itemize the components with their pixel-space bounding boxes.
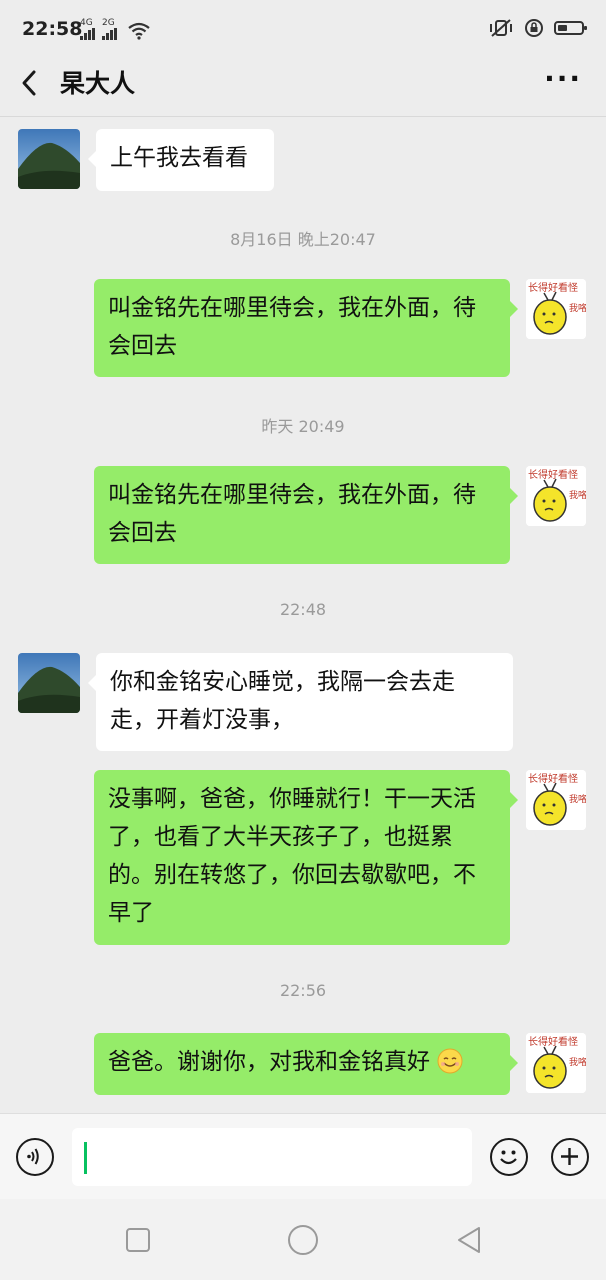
sticker-text-top: 长得好看怪 (528, 772, 578, 785)
sticker-avatar-icon: 长得好看怪 我咯? (526, 279, 586, 339)
message-text: 没事啊，爸爸，你睡就行！干一天活了，也看了大半天孩子了，也挺累的。别在转悠了，你… (108, 786, 476, 926)
my-avatar[interactable]: 长得好看怪 我咯? (526, 279, 586, 339)
message-bubble-sent[interactable]: 叫金铭先在哪里待会，我在外面，待会回去 (94, 466, 518, 564)
text-caret (84, 1142, 87, 1174)
message-input[interactable] (72, 1128, 472, 1186)
message-text: 你和金铭安心睡觉，我隔一会去走走，开着灯没事， (110, 669, 455, 733)
message-text: 叫金铭先在哪里待会，我在外面，待会回去 (108, 482, 476, 546)
chat-title: 杲大人 (60, 69, 136, 98)
message-bubble-received[interactable]: 上午我去看看 (88, 129, 274, 191)
message-timestamp: 昨天 20:49 (261, 417, 345, 436)
network-label-1: 4G (80, 18, 93, 28)
mute-vibrate-icon (490, 19, 512, 37)
status-time: 22:58 (22, 18, 83, 40)
sticker-text-top: 长得好看怪 (528, 281, 578, 294)
sticker-avatar-icon: 长得好看怪 我咯? (526, 1033, 586, 1093)
my-avatar[interactable]: 长得好看怪 我咯? (526, 770, 586, 830)
message-text: 上午我去看看 (110, 145, 248, 171)
sticker-text-top: 长得好看怪 (528, 1035, 578, 1048)
message-bubble-received[interactable]: 你和金铭安心睡觉，我隔一会去走走，开着灯没事， (88, 653, 513, 751)
sticker-text-side: 我咯? (569, 489, 586, 501)
message-text: 爸爸。谢谢你，对我和金铭真好 (108, 1049, 430, 1075)
sticker-text-side: 我咯? (569, 793, 586, 805)
message-bubble-sent[interactable]: 爸爸。谢谢你，对我和金铭真好 (94, 1033, 518, 1095)
more-options-icon[interactable]: ··· (544, 62, 582, 95)
lock-rotation-icon (525, 19, 543, 37)
chat-header: 杲大人 ··· (0, 52, 606, 117)
message-bubble-sent[interactable]: 没事啊，爸爸，你睡就行！干一天活了，也看了大半天孩子了，也挺累的。别在转悠了，你… (94, 770, 518, 945)
message-timestamp: 22:56 (279, 981, 327, 1000)
input-bar (0, 1113, 606, 1200)
contact-avatar[interactable] (18, 653, 80, 713)
system-navigation-bar (0, 1199, 606, 1280)
signal-icon (80, 28, 95, 40)
my-avatar[interactable]: 长得好看怪 我咯? (526, 1033, 586, 1093)
message-timestamp: 22:48 (279, 600, 327, 619)
back-arrow-icon[interactable] (18, 66, 42, 100)
my-avatar[interactable]: 长得好看怪 我咯? (526, 466, 586, 526)
sticker-text-top: 长得好看怪 (528, 468, 578, 481)
recent-apps-icon[interactable] (125, 1227, 151, 1253)
back-nav-icon[interactable] (455, 1225, 483, 1255)
message-bubble-sent[interactable]: 叫金铭先在哪里待会，我在外面，待会回去 (94, 279, 518, 377)
message-timestamp: 8月16日 晚上20:47 (230, 230, 376, 249)
sticker-avatar-icon: 长得好看怪 我咯? (526, 770, 586, 830)
sticker-text-side: 我咯? (569, 1056, 586, 1068)
home-icon[interactable] (287, 1224, 319, 1256)
wifi-icon (128, 22, 150, 40)
signal-icon-2 (102, 28, 117, 40)
battery-icon (554, 21, 587, 35)
network-label-2: 2G (102, 18, 115, 28)
sticker-text-side: 我咯? (569, 302, 586, 314)
contact-avatar[interactable] (18, 129, 80, 189)
message-text: 叫金铭先在哪里待会，我在外面，待会回去 (108, 295, 476, 359)
voice-icon[interactable] (16, 1138, 54, 1176)
plus-icon[interactable] (551, 1138, 589, 1176)
network-indicator: 4G 2G (80, 18, 150, 40)
smile-emoji-icon (437, 1048, 463, 1074)
message-list[interactable]: 上午我去看看 8月16日 晚上20:47 叫金铭先在哪里待会，我在外面，待会回去… (0, 117, 606, 1112)
sticker-avatar-icon: 长得好看怪 我咯? (526, 466, 586, 526)
emoji-icon[interactable] (490, 1138, 528, 1176)
status-icons-right (488, 18, 587, 38)
